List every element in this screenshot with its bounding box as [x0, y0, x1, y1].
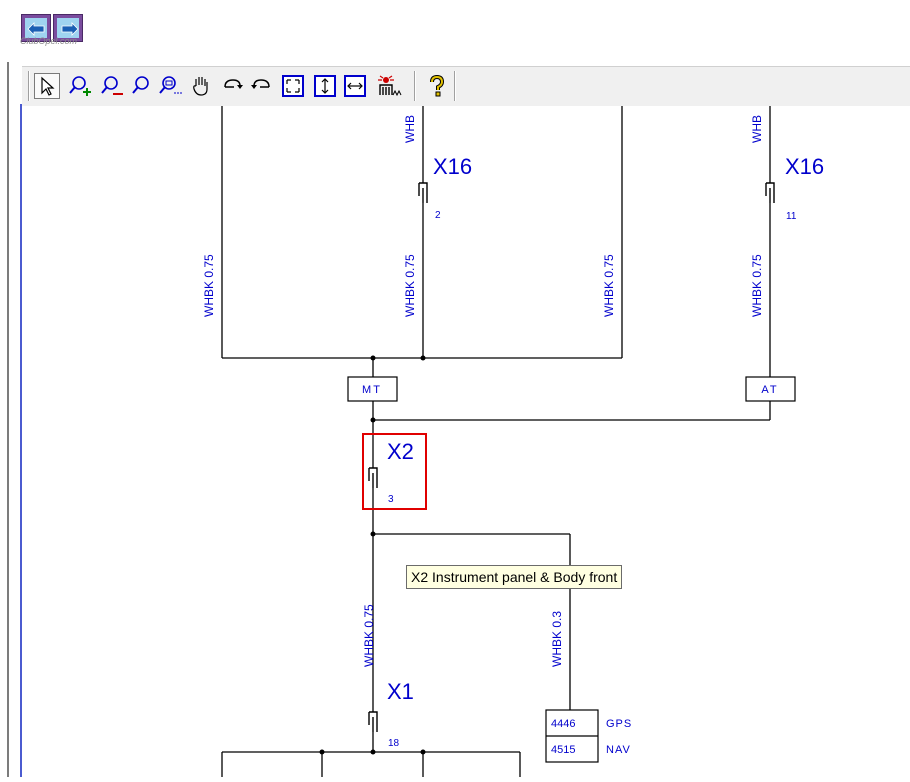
pin-number: 2 [435, 210, 441, 221]
rotate-back-icon [251, 79, 270, 89]
pan-hand-icon [193, 77, 208, 96]
connector-pin-icon [368, 711, 378, 732]
connector-pin-icon [368, 467, 378, 488]
junction-dot [370, 417, 376, 423]
title-area: ClubOpel.com [0, 0, 910, 62]
junction-dot [420, 355, 426, 361]
zoom-out-button[interactable] [98, 73, 124, 99]
pin-number: 11 [786, 211, 797, 222]
zoom-window-icon [159, 76, 182, 94]
toolbar-separator [28, 71, 30, 101]
fit-height-button[interactable] [312, 73, 338, 99]
wire-label: WHBK 0.75 [602, 254, 616, 317]
junction-dot [370, 355, 376, 361]
code-number: 4515 [551, 744, 575, 756]
pin-number: 3 [388, 494, 394, 505]
wire-label: WHBK 0.75 [403, 254, 417, 317]
pan-button[interactable] [188, 73, 214, 99]
wire-label: WHB [403, 115, 417, 143]
component-locator-icon [378, 75, 402, 97]
tooltip: X2 Instrument panel & Body front [406, 565, 623, 589]
toolbar-separator [454, 71, 456, 101]
zoom-window-button[interactable] [156, 73, 182, 99]
fit-all-button[interactable] [280, 73, 306, 99]
zoom-icon [132, 76, 149, 94]
help-button[interactable] [424, 73, 450, 99]
wire-label: WHBK 0.75 [750, 254, 764, 317]
toolbar [22, 66, 910, 107]
connector-x1-name[interactable]: X1 [387, 679, 414, 704]
connector-pin-icon [765, 182, 775, 203]
wire-label: WHBK 0.75 [202, 254, 216, 317]
connector-pin-icon [418, 182, 428, 203]
diagram-canvas[interactable]: MT AT X16 X16 X2 X1 2 11 3 18 WHBK 0.75 … [22, 106, 910, 777]
fit-height-icon [314, 75, 336, 97]
rotate-forward-button[interactable] [220, 73, 246, 99]
select-tool-button[interactable] [34, 73, 60, 99]
fit-width-button[interactable] [342, 73, 368, 99]
junction-dot [319, 749, 325, 755]
rotate-forward-icon [224, 79, 243, 89]
mt-label: MT [362, 384, 382, 396]
wire-label: WHB [750, 115, 764, 143]
fit-width-icon [344, 75, 366, 97]
zoom-out-icon [101, 76, 123, 95]
toolbar-separator [414, 71, 416, 101]
help-icon [430, 74, 445, 97]
watermark: ClubOpel.com [20, 36, 78, 46]
component-locator-button[interactable] [374, 73, 402, 99]
code-number: 4446 [551, 718, 575, 730]
zoom-in-icon [69, 76, 91, 96]
pin-number: 18 [388, 738, 400, 749]
fit-all-icon [282, 75, 304, 97]
junction-dot [420, 749, 426, 755]
window-border [7, 62, 9, 777]
connector-x16-name[interactable]: X16 [433, 154, 472, 179]
wiring-diagram: MT AT X16 X16 X2 X1 2 11 3 18 WHBK 0.75 … [202, 106, 824, 777]
wire-label: WHBK 0.3 [550, 611, 564, 667]
rotate-back-button[interactable] [248, 73, 274, 99]
code-label: NAV [606, 744, 631, 756]
connector-x16-name[interactable]: X16 [785, 154, 824, 179]
at-label: AT [761, 384, 778, 396]
code-label: GPS [606, 718, 632, 730]
connector-x2-name[interactable]: X2 [387, 439, 414, 464]
zoom-button[interactable] [128, 73, 154, 99]
select-pointer-icon [41, 76, 55, 96]
junction-dot [370, 531, 376, 537]
junction-dot [370, 749, 376, 755]
wire-label: WHBK 0.75 [362, 604, 376, 667]
zoom-in-button[interactable] [66, 73, 92, 99]
